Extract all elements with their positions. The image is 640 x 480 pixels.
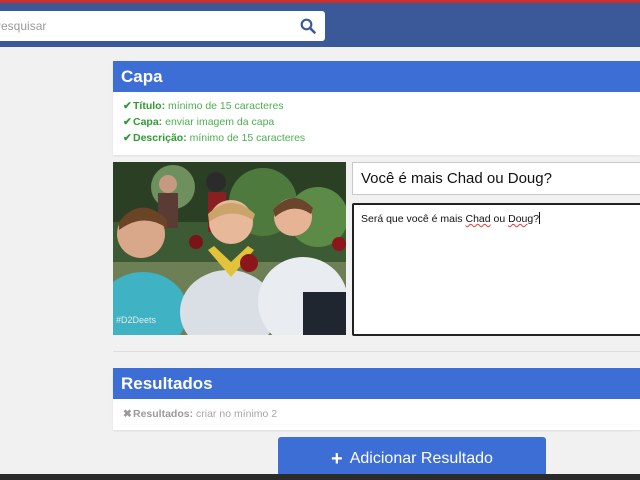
image-caption: #D2Deets [116, 315, 157, 325]
add-result-label: Adicionar Resultado [349, 450, 493, 467]
requirement-description: ✔Descrição: mínimo de 15 caracteres [123, 132, 306, 144]
search-input[interactable] [0, 11, 283, 41]
cover-card: Capa ✔Título: mínimo de 15 caracteres ✔C… [113, 61, 640, 155]
check-icon: ✔ [123, 100, 132, 112]
top-navigation-bar [0, 0, 640, 47]
cover-requirements: ✔Título: mínimo de 15 caracteres ✔Capa: … [113, 92, 640, 146]
check-icon: ✔ [123, 132, 132, 144]
requirement-cover: ✔Capa: enviar imagem da capa [123, 116, 275, 128]
cover-section-title: Capa [113, 61, 640, 92]
search-icon[interactable] [300, 18, 316, 34]
results-card: Resultados ✖Resultados: criar no mínimo … [113, 368, 640, 430]
cover-photo [113, 162, 346, 335]
cross-icon: ✖ [123, 408, 132, 420]
plus-icon: + [331, 448, 343, 470]
cover-image[interactable]: #D2Deets [113, 162, 346, 335]
requirement-title: ✔Título: mínimo de 15 caracteres [123, 100, 284, 112]
results-section-title: Resultados [113, 368, 640, 399]
results-requirements: ✖Resultados: criar no mínimo 2 [113, 399, 640, 422]
title-field[interactable] [352, 162, 640, 195]
check-icon: ✔ [123, 116, 132, 128]
requirement-results: ✖Resultados: criar no mínimo 2 [123, 408, 278, 420]
bottom-bar [0, 474, 640, 480]
description-field[interactable]: Será que você é mais Chad ou Doug? [352, 203, 640, 336]
text-caret [539, 212, 541, 224]
search-box [0, 11, 325, 41]
section-divider [113, 351, 640, 352]
